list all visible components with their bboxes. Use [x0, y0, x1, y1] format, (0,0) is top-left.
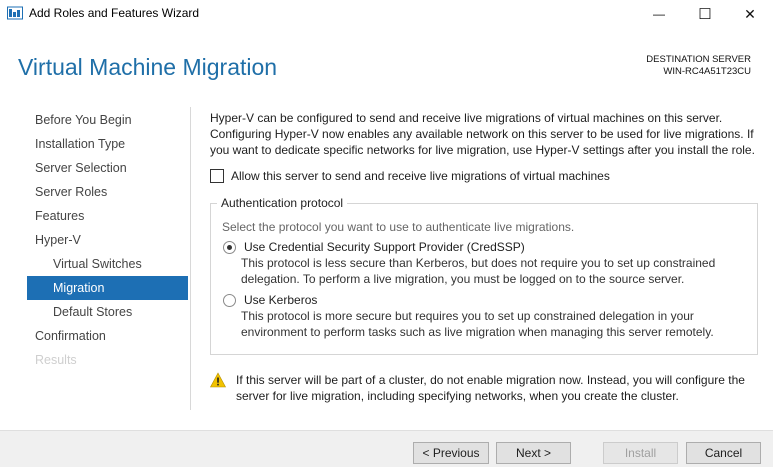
- nav-item-hyper-v[interactable]: Hyper-V: [27, 228, 188, 252]
- kerberos-desc-line: This protocol is more secure but require…: [241, 309, 694, 323]
- destination-server-label: DESTINATION SERVER: [646, 54, 751, 65]
- next-button[interactable]: Next >: [496, 442, 571, 464]
- cancel-button[interactable]: Cancel: [686, 442, 761, 464]
- button-bar: < Previous Next > Install Cancel: [0, 430, 773, 467]
- wizard-nav: Before You Begin Installation Type Serve…: [27, 108, 188, 372]
- kerberos-option[interactable]: Use Kerberos: [223, 293, 317, 307]
- nav-divider: [190, 107, 191, 410]
- credssp-option[interactable]: Use Credential Security Support Provider…: [223, 240, 525, 254]
- nav-item-virtual-switches[interactable]: Virtual Switches: [27, 252, 188, 276]
- previous-button[interactable]: < Previous: [413, 442, 489, 464]
- authentication-protocol-group: Authentication protocol Select the proto…: [210, 196, 758, 355]
- destination-server-name: WIN-RC4A51T23CU: [663, 66, 751, 77]
- kerberos-radio[interactable]: [223, 293, 236, 307]
- destination-server-info: DESTINATION SERVER WIN-RC4A51T23CU: [646, 54, 751, 78]
- close-button[interactable]: ✕: [727, 0, 773, 28]
- warning-line: server for live migration, including spe…: [236, 389, 679, 403]
- cluster-warning: If this server will be part of a cluster…: [210, 372, 760, 404]
- warning-text: If this server will be part of a cluster…: [236, 372, 745, 404]
- credssp-desc-line: This protocol is less secure than Kerber…: [241, 256, 716, 270]
- kerberos-desc-line: environment to perform tasks such as liv…: [241, 325, 714, 339]
- intro-text: Hyper-V can be configured to send and re…: [210, 110, 760, 158]
- allow-migration-label: Allow this server to send and receive li…: [231, 169, 610, 183]
- minimize-button[interactable]: —: [636, 0, 682, 28]
- warning-icon: [210, 372, 226, 388]
- content-pane: Hyper-V can be configured to send and re…: [210, 110, 760, 403]
- nav-item-server-selection[interactable]: Server Selection: [27, 156, 188, 180]
- warning-line: If this server will be part of a cluster…: [236, 373, 745, 387]
- intro-line: Hyper-V can be configured to send and re…: [210, 111, 723, 125]
- maximize-button[interactable]: ☐: [682, 0, 728, 28]
- server-manager-icon: [7, 6, 23, 20]
- credssp-description: This protocol is less secure than Kerber…: [241, 255, 715, 287]
- radio-selected-dot: [227, 244, 232, 250]
- nav-item-results: Results: [35, 353, 77, 367]
- title-bar: Add Roles and Features Wizard — ☐ ✕: [0, 0, 773, 28]
- close-icon: ✕: [744, 5, 756, 22]
- maximize-icon: ☐: [698, 6, 712, 23]
- kerberos-label: Use Kerberos: [244, 293, 318, 307]
- page-title: Virtual Machine Migration: [18, 54, 278, 80]
- kerberos-description: This protocol is more secure but require…: [241, 308, 714, 340]
- authentication-protocol-description: Select the protocol you want to use to a…: [222, 220, 575, 234]
- credssp-label: Use Credential Security Support Provider…: [244, 240, 525, 254]
- nav-item-confirmation[interactable]: Confirmation: [27, 324, 188, 348]
- window-title: Add Roles and Features Wizard: [29, 6, 200, 20]
- minimize-icon: —: [653, 7, 665, 21]
- install-button: Install: [603, 442, 678, 464]
- nav-item-before-you-begin[interactable]: Before You Begin: [27, 108, 188, 132]
- nav-item-features[interactable]: Features: [27, 204, 188, 228]
- nav-item-migration[interactable]: Migration: [27, 276, 188, 300]
- intro-line: Configuring Hyper-V now enables any avai…: [210, 127, 754, 141]
- nav-item-default-stores[interactable]: Default Stores: [27, 300, 188, 324]
- allow-migration-checkbox[interactable]: [210, 169, 224, 183]
- nav-item-installation-type[interactable]: Installation Type: [27, 132, 188, 156]
- intro-line: you want to dedicate specific networks f…: [210, 143, 755, 157]
- authentication-protocol-title: Authentication protocol: [217, 196, 348, 210]
- credssp-desc-line: delegation. To perform a live migration,…: [241, 272, 685, 286]
- nav-item-server-roles[interactable]: Server Roles: [27, 180, 188, 204]
- credssp-radio[interactable]: [223, 240, 236, 254]
- allow-migration-option[interactable]: Allow this server to send and receive li…: [210, 169, 610, 183]
